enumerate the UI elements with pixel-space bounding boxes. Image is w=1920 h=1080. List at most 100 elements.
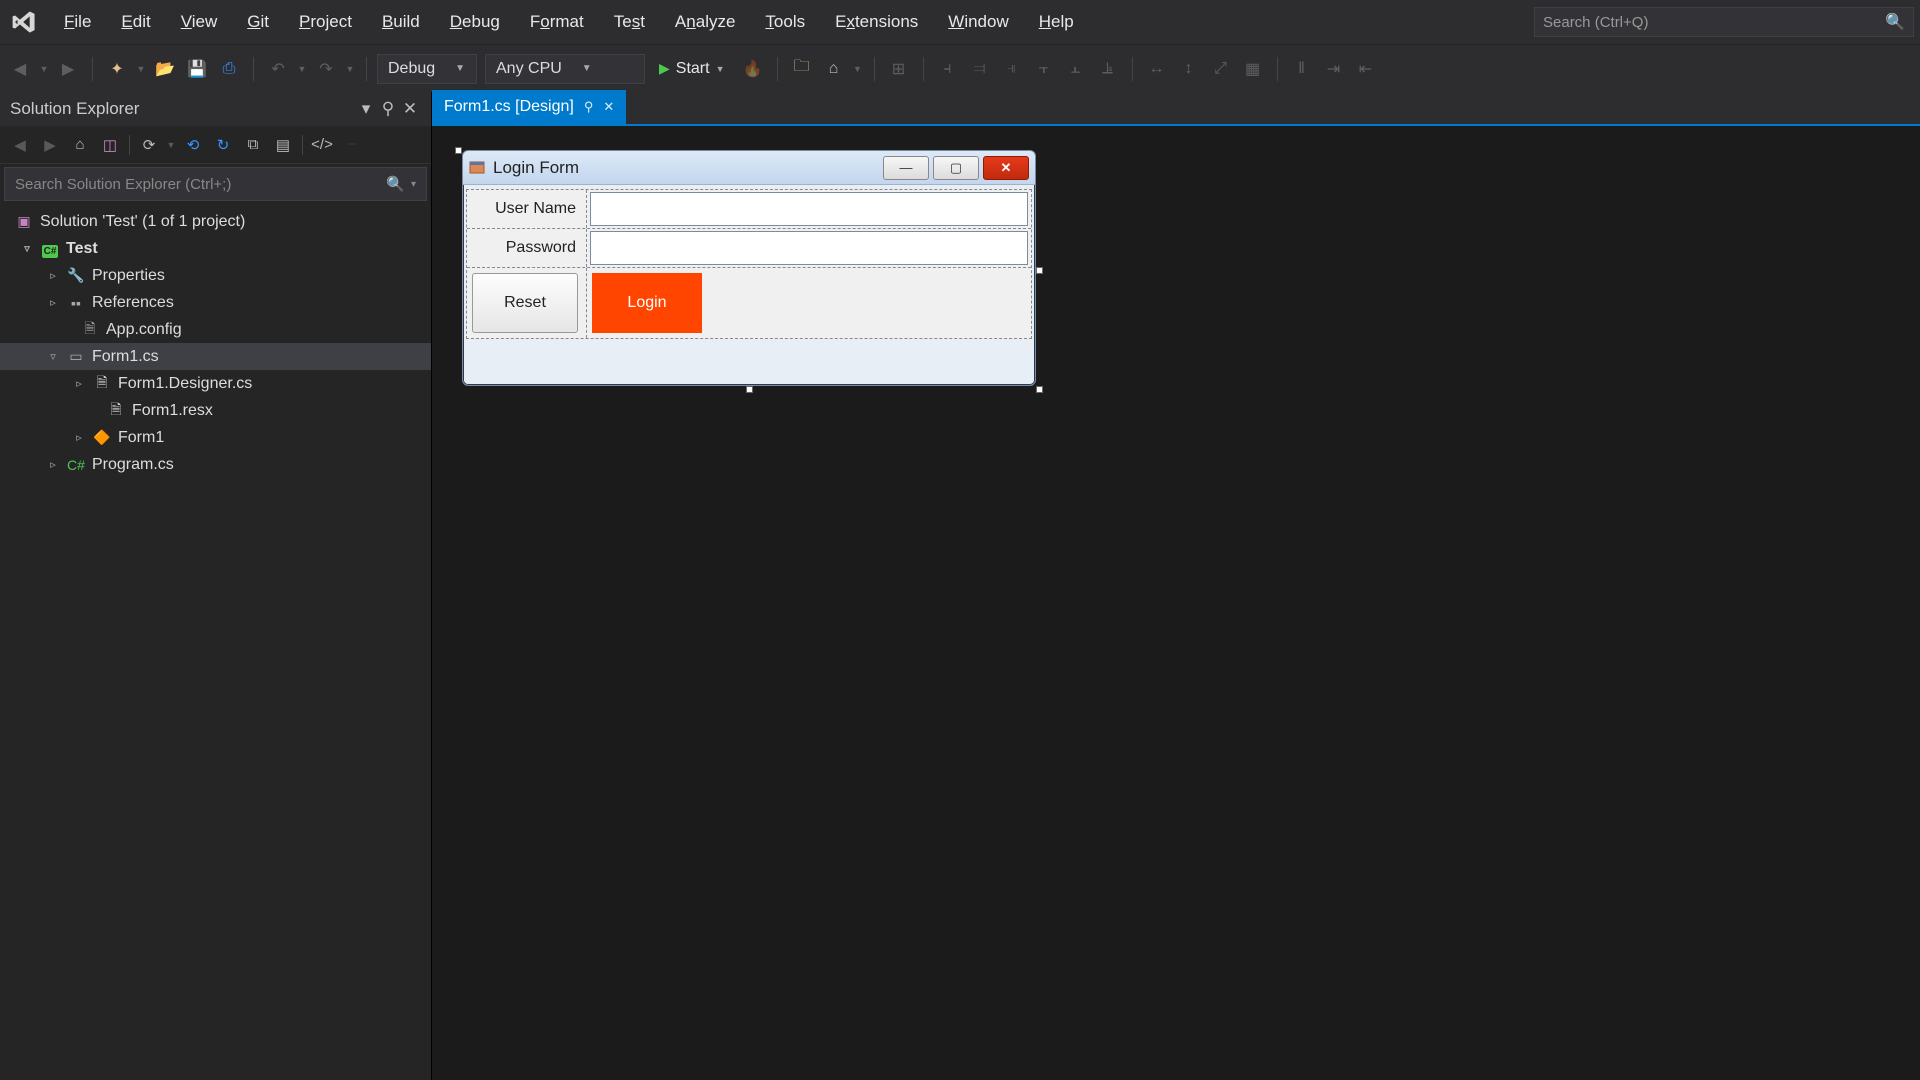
align-bottom-button[interactable]: ⫡ — [1094, 55, 1122, 83]
panel-pin-button[interactable]: ⚲ — [377, 99, 399, 119]
tree-designer[interactable]: ▹ 🗎 Form1.Designer.cs — [0, 370, 431, 397]
refresh-button[interactable]: ↻ — [209, 131, 237, 159]
page-button[interactable]: ⌂ — [820, 55, 848, 83]
hspace-inc-button[interactable]: ⇥ — [1320, 55, 1348, 83]
redo-drop[interactable]: ▼ — [344, 55, 356, 83]
undo-button[interactable]: ↶ — [264, 55, 292, 83]
menu-format[interactable]: Format — [516, 6, 598, 38]
nav-forward-button[interactable]: ▶ — [54, 55, 82, 83]
tree-appconfig[interactable]: 🗎 App.config — [0, 316, 431, 343]
reset-button[interactable]: Reset — [472, 273, 578, 333]
menu-analyze[interactable]: Analyze — [661, 6, 750, 38]
new-project-button[interactable]: ✦ — [103, 55, 131, 83]
collapse-all-button[interactable]: ⧉ — [239, 131, 267, 159]
pin-icon[interactable]: ⚲ — [584, 99, 594, 115]
hspace-dec-button[interactable]: ⇤ — [1352, 55, 1380, 83]
size-width-button[interactable]: ↔ — [1143, 55, 1171, 83]
expand-icon[interactable]: ▹ — [72, 431, 86, 444]
code-view-button[interactable]: </> — [308, 131, 336, 159]
resize-handle-s[interactable] — [746, 386, 753, 393]
home-button[interactable]: ⌂ — [66, 131, 94, 159]
align-center-button[interactable]: ⫤ — [966, 55, 994, 83]
minimize-button[interactable]: — — [883, 156, 929, 180]
quick-search-input[interactable]: Search (Ctrl+Q) 🔍 — [1534, 7, 1914, 37]
hspace-equal-button[interactable]: ‖ — [1288, 55, 1316, 83]
open-file-button[interactable]: 📂 — [151, 55, 179, 83]
back-button[interactable]: ◀ — [6, 131, 34, 159]
tree-form1[interactable]: ▿ ▭ Form1.cs — [0, 343, 431, 370]
browse-button[interactable]: 🗀 — [788, 55, 816, 83]
align-left-button[interactable]: ⫞ — [934, 55, 962, 83]
switch-views-button[interactable]: ◫ — [96, 131, 124, 159]
nav-back-button[interactable]: ◀ — [6, 55, 34, 83]
menu-help[interactable]: Help — [1025, 6, 1088, 38]
new-project-drop[interactable]: ▼ — [135, 55, 147, 83]
menu-file[interactable]: File — [50, 6, 105, 38]
size-both-button[interactable]: ⤢ — [1207, 55, 1235, 83]
password-label[interactable]: Password — [467, 229, 587, 267]
menu-edit[interactable]: Edit — [107, 6, 164, 38]
panel-close-button[interactable]: ✕ — [399, 99, 421, 119]
undo-drop[interactable]: ▼ — [296, 55, 308, 83]
close-icon[interactable]: ✕ — [603, 99, 614, 115]
tree-formclass[interactable]: ▹ 🔶 Form1 — [0, 424, 431, 451]
menu-window[interactable]: Window — [934, 6, 1022, 38]
tree-solution[interactable]: ▣ Solution 'Test' (1 of 1 project) — [0, 208, 431, 235]
panel-options-button[interactable]: ▾ — [355, 99, 377, 119]
menu-extensions[interactable]: Extensions — [821, 6, 932, 38]
login-form-window[interactable]: Login Form — ▢ ✕ User Name — [462, 150, 1036, 386]
username-label[interactable]: User Name — [467, 190, 587, 228]
login-button[interactable]: Login — [592, 273, 702, 333]
align-grid-button[interactable]: ⊞ — [885, 55, 913, 83]
tree-resx[interactable]: 🗎 Form1.resx — [0, 397, 431, 424]
filter-drop[interactable]: ▼ — [165, 131, 177, 159]
more-button[interactable]: ⋯ — [338, 131, 366, 159]
menu-build[interactable]: Build — [368, 6, 434, 38]
resize-handle-nw[interactable] — [455, 147, 462, 154]
menu-tools[interactable]: Tools — [751, 6, 819, 38]
expand-icon[interactable]: ▿ — [46, 350, 60, 363]
expand-icon[interactable]: ▹ — [72, 377, 86, 390]
platform-dropdown[interactable]: Any CPU▼ — [485, 54, 645, 84]
expand-icon[interactable]: ▿ — [20, 242, 34, 255]
save-button[interactable]: 💾 — [183, 55, 211, 83]
tree-program[interactable]: ▹ C# Program.cs — [0, 451, 431, 478]
nav-back-drop[interactable]: ▼ — [38, 55, 50, 83]
size-to-grid-button[interactable]: ▦ — [1239, 55, 1267, 83]
redo-button[interactable]: ↷ — [312, 55, 340, 83]
maximize-button[interactable]: ▢ — [933, 156, 979, 180]
solution-search-input[interactable]: Search Solution Explorer (Ctrl+;) 🔍 ▾ — [4, 167, 427, 201]
expand-icon[interactable]: ▹ — [46, 296, 60, 309]
expand-icon[interactable]: ▹ — [46, 458, 60, 471]
align-top-button[interactable]: ⫟ — [1030, 55, 1058, 83]
form-designer-surface[interactable]: Login Form — ▢ ✕ User Name — [432, 126, 1920, 1080]
size-height-button[interactable]: ↕ — [1175, 55, 1203, 83]
hot-reload-button[interactable]: 🔥 — [739, 55, 767, 83]
menu-debug[interactable]: Debug — [436, 6, 514, 38]
menu-view[interactable]: View — [167, 6, 232, 38]
password-input[interactable] — [590, 231, 1028, 265]
table-layout-panel[interactable]: User Name Password — [466, 189, 1032, 339]
tree-project[interactable]: ▿ C# Test — [0, 235, 431, 262]
expand-icon[interactable]: ▹ — [46, 269, 60, 282]
menu-project[interactable]: Project — [285, 6, 366, 38]
menu-test[interactable]: Test — [600, 6, 659, 38]
align-middle-button[interactable]: ⫠ — [1062, 55, 1090, 83]
save-all-button[interactable]: ⎙ — [215, 55, 243, 83]
start-debug-button[interactable]: ▶ Start ▼ — [649, 54, 735, 84]
show-all-button[interactable]: ▤ — [269, 131, 297, 159]
filter-button[interactable]: ⟳ — [135, 131, 163, 159]
tree-references[interactable]: ▹ ▪▪ References — [0, 289, 431, 316]
username-input[interactable] — [590, 192, 1028, 226]
menu-git[interactable]: Git — [233, 6, 283, 38]
tree-properties[interactable]: ▹ 🔧 Properties — [0, 262, 431, 289]
forward-button[interactable]: ▶ — [36, 131, 64, 159]
close-button[interactable]: ✕ — [983, 156, 1029, 180]
tab-form1-design[interactable]: Form1.cs [Design] ⚲ ✕ — [432, 90, 626, 124]
align-right-button[interactable]: ⫣ — [998, 55, 1026, 83]
resize-handle-se[interactable] — [1036, 386, 1043, 393]
configuration-dropdown[interactable]: Debug▼ — [377, 54, 477, 84]
page-drop[interactable]: ▼ — [852, 55, 864, 83]
resize-handle-e[interactable] — [1036, 267, 1043, 274]
sync-button[interactable]: ⟲ — [179, 131, 207, 159]
